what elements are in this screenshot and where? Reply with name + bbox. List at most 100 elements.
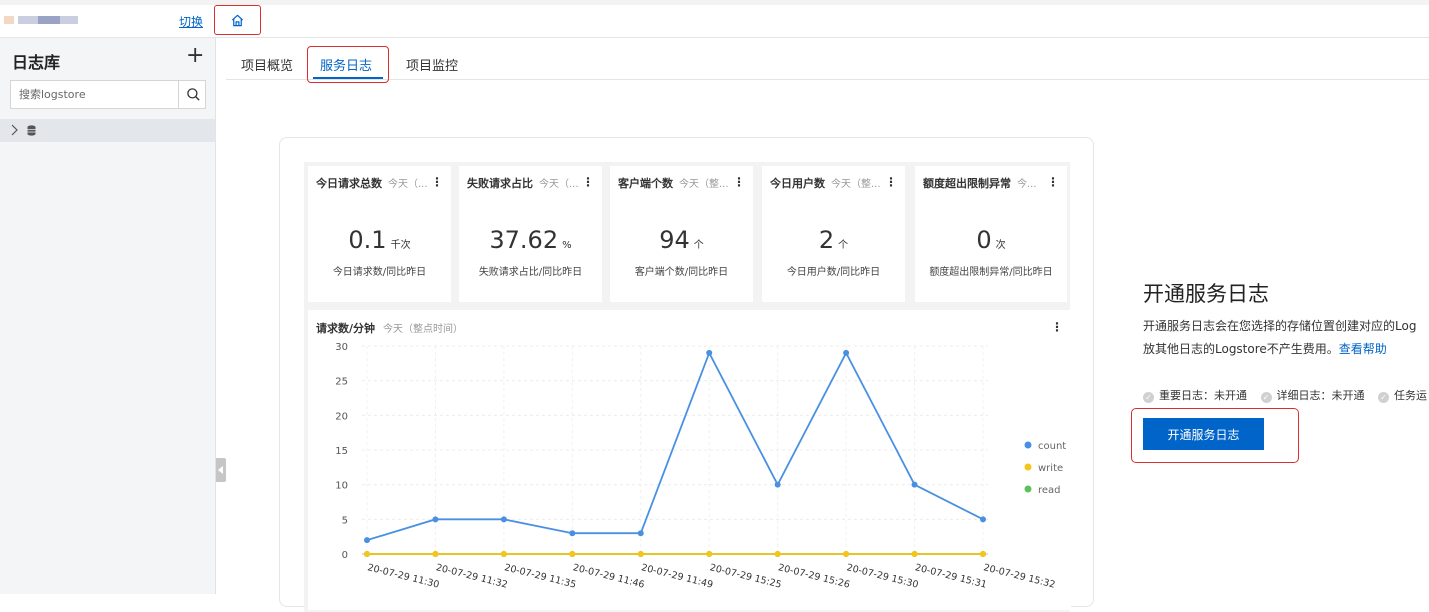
more-icon[interactable]: ⋮ xyxy=(431,175,443,189)
legend-marker xyxy=(1024,485,1032,493)
stat-unit: 个 xyxy=(838,240,849,251)
x-tick-label: 20-07-29 11:35 xyxy=(503,562,577,590)
stat-caption: 客户端个数/同比昨日 xyxy=(634,267,729,278)
more-icon[interactable]: ⋮ xyxy=(733,175,745,189)
y-tick-label: 0 xyxy=(342,550,348,561)
tab-bar: 项目概览 服务日志 项目监控 xyxy=(226,38,1429,83)
y-tick-label: 5 xyxy=(342,515,348,526)
stat-card: 今日请求总数 今天（... ⋮ 0.1 千次 今日请求数/同比昨日 xyxy=(308,166,451,302)
stat-card: 失败请求占比 今天（... ⋮ 37.62% 失败请求占比/同比昨日 xyxy=(459,166,602,302)
data-point-write xyxy=(980,551,986,557)
home-tab[interactable] xyxy=(214,5,261,35)
data-point-count xyxy=(774,481,781,488)
data-point-count xyxy=(569,530,576,537)
x-tick-label: 20-07-29 15:32 xyxy=(982,562,1056,590)
x-tick-label: 20-07-29 15:26 xyxy=(777,562,851,590)
legend-label: count xyxy=(1038,441,1066,452)
search-icon xyxy=(186,88,200,101)
stat-value: 2 xyxy=(818,226,835,254)
chevron-right-icon[interactable] xyxy=(10,124,18,136)
more-icon[interactable]: ⋮ xyxy=(582,175,594,189)
status-item: ✓ 重要日志：未开通 xyxy=(1143,387,1247,403)
stat-subtitle: 今天（... xyxy=(539,179,579,190)
search-button[interactable] xyxy=(178,80,207,109)
stat-value: 94 xyxy=(659,226,690,254)
logstore-tree-item[interactable] xyxy=(0,119,215,142)
y-tick-label: 25 xyxy=(335,377,348,388)
stat-card: 客户端个数 今天（整... ⋮ 94 个 客户端个数/同比昨日 xyxy=(610,166,753,302)
data-point-write xyxy=(706,551,713,557)
x-tick-label: 20-07-29 11:46 xyxy=(572,562,646,590)
data-point-write xyxy=(500,551,507,557)
enable-service-log-panel: 开通服务日志 开通服务日志会在您选择的存储位置创建对应的Log 放其他日志的Lo… xyxy=(1143,278,1429,361)
data-point-count xyxy=(843,349,850,356)
legend-label: write xyxy=(1038,463,1063,474)
x-tick-label: 20-07-29 15:31 xyxy=(914,562,988,590)
sidebar-collapse-handle[interactable] xyxy=(216,458,226,482)
tab-project-overview[interactable]: 项目概览 xyxy=(241,55,293,74)
sidebar-title: 日志库 xyxy=(12,53,61,72)
stat-subtitle: 今天（... xyxy=(388,179,428,190)
check-circle-icon: ✓ xyxy=(1143,392,1154,403)
switch-project-link[interactable]: 切换 xyxy=(179,13,203,30)
dashboard-preview: 今日请求总数 今天（... ⋮ 0.1 千次 今日请求数/同比昨日 失败请求占比 今天… xyxy=(304,162,1071,612)
data-point-count xyxy=(980,516,986,523)
x-tick-label: 20-07-29 11:30 xyxy=(366,562,440,590)
enable-service-log-button[interactable]: 开通服务日志 xyxy=(1143,418,1264,450)
data-point-write xyxy=(637,551,644,557)
home-icon xyxy=(231,14,244,26)
x-tick-label: 20-07-29 11:49 xyxy=(640,562,714,590)
promo-description: 开通服务日志会在您选择的存储位置创建对应的Log 放其他日志的Logstore不… xyxy=(1143,315,1429,361)
status-label: 任务运 xyxy=(1394,389,1427,402)
data-point-count xyxy=(500,516,507,523)
stat-card: 额度超出限制异常 今... ⋮ 0次 额度超出限制异常/同比昨日 xyxy=(915,166,1067,302)
data-point-write xyxy=(432,551,439,557)
tab-project-monitoring[interactable]: 项目监控 xyxy=(406,55,458,74)
search-input[interactable] xyxy=(11,81,178,108)
plus-icon[interactable]: + xyxy=(186,45,204,67)
data-point-count xyxy=(911,481,918,488)
stat-caption: 额度超出限制异常/同比昨日 xyxy=(929,267,1053,278)
y-tick-label: 20 xyxy=(335,411,348,422)
x-tick-label: 20-07-29 15:25 xyxy=(708,562,782,590)
x-tick-label: 20-07-29 11:32 xyxy=(435,562,509,590)
tab-service-logs[interactable]: 服务日志 xyxy=(320,55,372,74)
dashboard-preview-card: 今日请求总数 今天（... ⋮ 0.1 千次 今日请求数/同比昨日 失败请求占比 今天… xyxy=(279,137,1094,612)
y-tick-label: 10 xyxy=(335,481,348,492)
sidebar: 日志库 + xyxy=(0,38,216,594)
top-strip xyxy=(0,0,1429,5)
more-icon[interactable]: ⋮ xyxy=(885,175,897,189)
stat-card: 今日用户数 今天（整... ⋮ 2个 今日用户数/同比昨日 xyxy=(762,166,905,302)
stat-unit: 个 xyxy=(693,240,704,251)
x-tick-label: 20-07-29 15:30 xyxy=(845,562,919,590)
stat-unit: % xyxy=(562,240,572,251)
more-icon[interactable]: ⋮ xyxy=(1051,320,1063,334)
stat-title: 今日请求总数 xyxy=(316,177,382,190)
data-point-write xyxy=(911,551,918,557)
data-point-count xyxy=(364,537,370,544)
data-point-count xyxy=(706,349,713,356)
chart-title: 请求数/分钟 xyxy=(316,322,376,335)
help-link[interactable]: 查看帮助 xyxy=(1339,342,1387,356)
stat-subtitle: 今天（整... xyxy=(831,179,881,190)
status-label: 详细日志：未开通 xyxy=(1276,389,1365,402)
promo-desc-line-2: 放其他日志的Logstore不产生费用。 xyxy=(1143,342,1339,356)
data-point-write xyxy=(569,551,576,557)
legend-label: read xyxy=(1038,485,1061,496)
stat-value: 37.62 xyxy=(489,226,559,254)
more-icon[interactable]: ⋮ xyxy=(1047,175,1059,189)
check-circle-icon: ✓ xyxy=(1378,392,1389,403)
stat-caption: 失败请求占比/同比昨日 xyxy=(478,267,583,278)
stat-value: 0 xyxy=(976,226,992,254)
chart-card: 0 5 10 15 20 25 30 20-07-29 11:30 20-07-29 11:32… xyxy=(308,310,1071,610)
stat-title: 客户端个数 xyxy=(618,177,673,190)
database-icon xyxy=(27,125,36,136)
stat-title: 今日用户数 xyxy=(770,177,825,190)
top-bar: 切换 xyxy=(0,0,1429,38)
stat-title: 失败请求占比 xyxy=(467,177,533,190)
data-point-count xyxy=(432,516,439,523)
line-chart: 0 5 10 15 20 25 30 20-07-29 11:3020-07-29 11:32… xyxy=(335,342,1066,591)
data-point-write xyxy=(774,551,781,557)
y-tick-label: 15 xyxy=(335,446,348,457)
stat-caption: 今日用户数/同比昨日 xyxy=(786,267,881,278)
